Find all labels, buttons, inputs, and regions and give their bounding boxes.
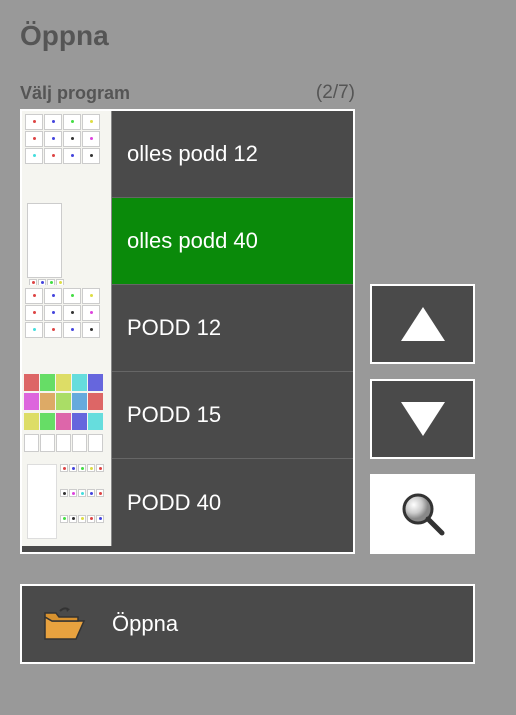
- thumbnail: [22, 198, 112, 285]
- side-buttons: [370, 284, 475, 554]
- scroll-down-button[interactable]: [370, 379, 475, 459]
- list-item[interactable]: PODD 15: [22, 372, 353, 459]
- page-counter: (2/7): [316, 82, 355, 104]
- item-label: olles podd 12: [112, 141, 258, 167]
- scroll-up-button[interactable]: [370, 284, 475, 364]
- item-label: PODD 12: [112, 315, 221, 341]
- open-button[interactable]: Öppna: [20, 584, 475, 664]
- list-item[interactable]: olles podd 40: [22, 198, 353, 285]
- thumbnail: [22, 111, 112, 198]
- main-content: olles podd 12: [20, 109, 496, 554]
- subtitle-row: Välj program (2/7): [20, 82, 355, 104]
- thumbnail: [22, 459, 112, 546]
- search-button[interactable]: [370, 474, 475, 554]
- program-list: olles podd 12: [20, 109, 355, 554]
- thumbnail: [22, 285, 112, 372]
- arrow-up-icon: [401, 307, 445, 341]
- subtitle: Välj program: [20, 83, 130, 104]
- item-label: PODD 40: [112, 490, 221, 516]
- magnifier-icon: [398, 489, 448, 539]
- list-item[interactable]: PODD 12: [22, 285, 353, 372]
- list-item[interactable]: olles podd 12: [22, 111, 353, 198]
- open-button-label: Öppna: [112, 611, 178, 637]
- folder-open-icon: [42, 605, 87, 643]
- thumbnail: [22, 372, 112, 459]
- item-label: PODD 15: [112, 402, 221, 428]
- item-label: olles podd 40: [112, 228, 258, 254]
- arrow-down-icon: [401, 402, 445, 436]
- list-item[interactable]: PODD 40: [22, 459, 353, 546]
- page-title: Öppna: [20, 20, 496, 52]
